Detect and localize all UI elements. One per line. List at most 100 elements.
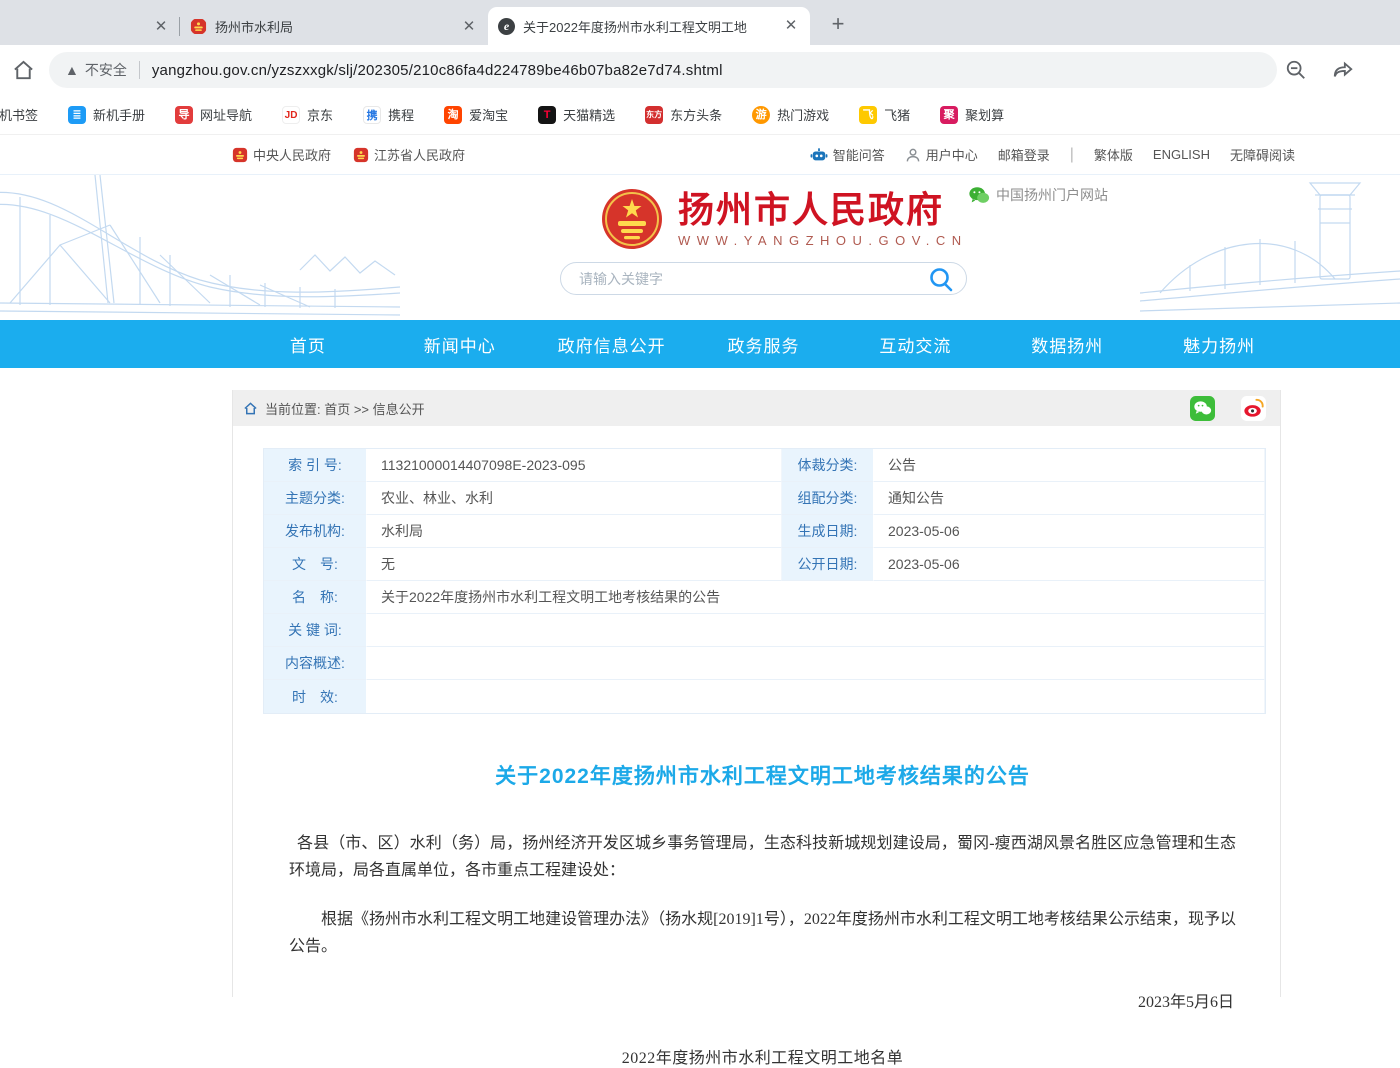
tab-close-icon[interactable]: ✕ bbox=[782, 17, 800, 35]
meta-index-label: 索 引 号: bbox=[264, 449, 367, 482]
portal-label[interactable]: 中国扬州门户网站 bbox=[968, 185, 1108, 205]
meta-topic-value: 农业、林业、水利 bbox=[367, 482, 782, 515]
site-search-box[interactable] bbox=[560, 262, 967, 295]
national-emblem-icon bbox=[353, 147, 369, 163]
meta-genre-value: 公告 bbox=[874, 449, 1265, 482]
fliggy-favicon: 飞 bbox=[859, 106, 877, 124]
bookmark-aitaobao[interactable]: 淘爱淘宝 bbox=[444, 105, 508, 124]
meta-index-value: 11321000014407098E-2023-095 bbox=[367, 449, 782, 482]
nav-charming-yangzhou[interactable]: 魅力扬州 bbox=[1143, 320, 1295, 368]
tab-3-active-announcement[interactable]: e 关于2022年度扬州市水利工程文明工地 ✕ bbox=[488, 7, 810, 45]
tab-close-icon[interactable]: ✕ bbox=[152, 18, 170, 36]
nav-interaction[interactable]: 互动交流 bbox=[839, 320, 991, 368]
tab-title: 关于2022年度扬州市水利工程文明工地 bbox=[523, 17, 774, 36]
nav-government-info[interactable]: 政府信息公开 bbox=[536, 320, 688, 368]
meta-name-label: 名 称: bbox=[264, 581, 367, 614]
nav-home[interactable]: 首页 bbox=[232, 320, 384, 368]
article-list-title: 2022年度扬州市水利工程文明工地名单 bbox=[289, 1044, 1236, 1068]
wechat-share-icon[interactable] bbox=[1190, 396, 1215, 421]
breadcrumb: 当前位置: 首页 >> 信息公开 bbox=[233, 390, 1280, 426]
eastday-favicon: 东方 bbox=[645, 106, 663, 124]
site-url: WWW.YANGZHOU.GOV.CN bbox=[678, 233, 968, 248]
bookmark-ctrip[interactable]: 携携程 bbox=[363, 105, 414, 124]
meta-group-value: 通知公告 bbox=[874, 482, 1265, 515]
meta-pub-date-value: 2023-05-06 bbox=[874, 548, 1265, 581]
link-accessibility[interactable]: 无障碍阅读 bbox=[1230, 145, 1295, 164]
link-mail-login[interactable]: 邮箱登录 bbox=[998, 145, 1050, 164]
site-utility-bar: 中央人民政府 江苏省人民政府 智能问答 用户中心 邮箱登录 | 繁体版 ENGL… bbox=[0, 135, 1400, 175]
user-icon bbox=[905, 147, 921, 163]
meta-gen-date-label: 生成日期: bbox=[782, 515, 874, 548]
bookmark-tmall[interactable]: T天猫精选 bbox=[538, 105, 615, 124]
link-user-center[interactable]: 用户中心 bbox=[905, 145, 978, 164]
meta-keywords-label: 关 键 词: bbox=[264, 614, 367, 647]
bookmark-new-phone-manual[interactable]: ≣新机手册 bbox=[68, 105, 145, 124]
breadcrumb-home-icon[interactable] bbox=[243, 401, 258, 416]
bookmarks-bar: 机书签 ≣新机手册 导网址导航 JD京东 携携程 淘爱淘宝 T天猫精选 东方东方… bbox=[0, 95, 1400, 135]
nav-news-center[interactable]: 新闻中心 bbox=[384, 320, 536, 368]
meta-doc-no-label: 文 号: bbox=[264, 548, 367, 581]
article: 关于2022年度扬州市水利工程文明工地考核结果的公告 各县（市、区）水利（务）局… bbox=[233, 760, 1280, 1068]
meta-pub-date-label: 公开日期: bbox=[782, 548, 874, 581]
national-emblem-icon bbox=[232, 147, 248, 163]
link-traditional-chinese[interactable]: 繁体版 bbox=[1094, 145, 1133, 164]
nav-government-services[interactable]: 政务服务 bbox=[688, 320, 840, 368]
nav-data-yangzhou[interactable]: 数据扬州 bbox=[991, 320, 1143, 368]
taobao-favicon: 淘 bbox=[444, 106, 462, 124]
bookmark-eastday[interactable]: 东方东方头条 bbox=[645, 105, 722, 124]
link-english[interactable]: ENGLISH bbox=[1153, 147, 1210, 162]
national-emblem-logo bbox=[600, 187, 664, 251]
tab-2-yangzhou-water-bureau[interactable]: 扬州市水利局 ✕ bbox=[180, 8, 488, 45]
search-input[interactable] bbox=[579, 271, 928, 287]
browser-tab-bar: ✕ 扬州市水利局 ✕ e 关于2022年度扬州市水利工程文明工地 ✕ + bbox=[0, 0, 1400, 45]
manual-favicon: ≣ bbox=[68, 106, 86, 124]
url-text[interactable]: yangzhou.gov.cn/yzszxxgk/slj/202305/210c… bbox=[152, 62, 723, 79]
breadcrumb-text[interactable]: 当前位置: 首页 >> 信息公开 bbox=[265, 399, 425, 418]
bookmark-juhuasuan[interactable]: 聚聚划算 bbox=[940, 105, 1004, 124]
meta-topic-label: 主题分类: bbox=[264, 482, 367, 515]
bridge-sketch-left bbox=[0, 175, 400, 320]
zoom-out-icon[interactable] bbox=[1285, 59, 1307, 81]
site-name: 扬州市人民政府 bbox=[678, 190, 968, 230]
browser-address-bar: ▲ 不安全 yangzhou.gov.cn/yzszxxgk/slj/20230… bbox=[0, 45, 1400, 95]
share-icon[interactable] bbox=[1331, 59, 1355, 81]
tab-1[interactable]: ✕ bbox=[0, 8, 180, 45]
navigation-favicon: 导 bbox=[175, 106, 193, 124]
bookmark-url-navigation[interactable]: 导网址导航 bbox=[175, 105, 252, 124]
site-header-banner: 扬州市人民政府 WWW.YANGZHOU.GOV.CN 中国扬州门户网站 bbox=[0, 175, 1400, 320]
bookmark-hot-games[interactable]: 游热门游戏 bbox=[752, 105, 829, 124]
url-input[interactable]: ▲ 不安全 yangzhou.gov.cn/yzszxxgk/slj/20230… bbox=[49, 52, 1277, 88]
jd-favicon: JD bbox=[282, 106, 300, 124]
warning-icon: ▲ bbox=[65, 62, 79, 78]
new-tab-button[interactable]: + bbox=[824, 11, 852, 39]
meta-genre-label: 体裁分类: bbox=[782, 449, 874, 482]
article-paragraph: 各县（市、区）水利（务）局，扬州经济开发区城乡事务管理局，生态科技新城规划建设局… bbox=[289, 830, 1236, 884]
robot-icon bbox=[810, 147, 828, 163]
meta-gen-date-value: 2023-05-06 bbox=[874, 515, 1265, 548]
bookmark-jd[interactable]: JD京东 bbox=[282, 105, 333, 124]
meta-doc-no-value: 无 bbox=[367, 548, 782, 581]
weibo-share-icon[interactable] bbox=[1241, 396, 1266, 421]
meta-keywords-value bbox=[367, 614, 1265, 647]
national-emblem-icon bbox=[190, 18, 207, 35]
content-container: 当前位置: 首页 >> 信息公开 索 引 号: 1132100001440709… bbox=[232, 390, 1281, 997]
home-icon[interactable] bbox=[12, 59, 35, 82]
bookmark-phone-bookmarks[interactable]: 机书签 bbox=[0, 105, 38, 124]
document-meta-table: 索 引 号: 11321000014407098E-2023-095 体裁分类:… bbox=[263, 448, 1266, 714]
link-jiangsu-government[interactable]: 江苏省人民政府 bbox=[353, 145, 465, 164]
main-navigation: 首页 新闻中心 政府信息公开 政务服务 互动交流 数据扬州 魅力扬州 bbox=[0, 320, 1400, 368]
link-central-government[interactable]: 中央人民政府 bbox=[232, 145, 331, 164]
link-smart-qa[interactable]: 智能问答 bbox=[810, 145, 885, 164]
bookmark-fliggy[interactable]: 飞飞猪 bbox=[859, 105, 910, 124]
not-secure-label[interactable]: 不安全 bbox=[85, 60, 127, 80]
meta-name-value: 关于2022年度扬州市水利工程文明工地考核结果的公告 bbox=[367, 581, 1265, 614]
article-paragraph: 根据《扬州市水利工程文明工地建设管理办法》（扬水规[2019]1号），2022年… bbox=[289, 906, 1236, 960]
meta-org-value: 水利局 bbox=[367, 515, 782, 548]
meta-validity-value bbox=[367, 680, 1265, 713]
search-icon[interactable] bbox=[928, 266, 954, 292]
meta-validity-label: 时 效: bbox=[264, 680, 367, 713]
meta-group-label: 组配分类: bbox=[782, 482, 874, 515]
tab-close-icon[interactable]: ✕ bbox=[460, 18, 478, 36]
meta-summary-value bbox=[367, 647, 1265, 680]
tab-title: 扬州市水利局 bbox=[215, 17, 452, 36]
